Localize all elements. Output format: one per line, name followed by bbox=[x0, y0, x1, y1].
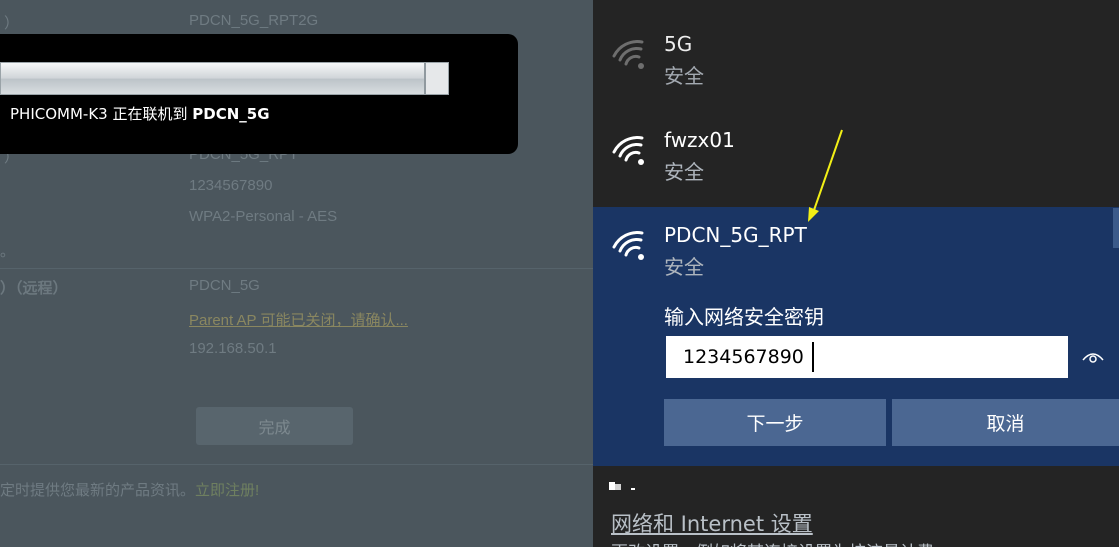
network-item-fwzx01[interactable]: fwzx01 安全 bbox=[593, 110, 1119, 207]
wifi-signal-icon bbox=[612, 231, 644, 260]
divider bbox=[0, 268, 593, 269]
cancel-button[interactable]: 取消 bbox=[892, 399, 1119, 446]
footer-text: 定时提供您最新的产品资讯。 bbox=[0, 482, 196, 499]
eye-reveal-icon bbox=[1082, 353, 1104, 363]
scrollbar[interactable] bbox=[1113, 208, 1119, 248]
network-item-5g[interactable]: 5G 安全 bbox=[593, 0, 1119, 110]
reveal-password-button[interactable] bbox=[1071, 336, 1115, 378]
connecting-ssid: PDCN_5G bbox=[192, 105, 270, 123]
network-status: 安全 bbox=[664, 160, 704, 184]
parent-ap-warning-link[interactable]: Parent AP 可能已关闭，请确认... bbox=[189, 309, 408, 330]
network-status: 安全 bbox=[664, 64, 704, 88]
wifi-flyout: 5G 安全 fwzx01 安全 PDCN_5G_RPT 安全 输入网络安全密钥 bbox=[593, 0, 1119, 547]
network-settings-link[interactable]: 网络和 Internet 设置 bbox=[611, 508, 813, 538]
annotation-arrow-icon bbox=[808, 129, 843, 222]
router-admin-page: ） PDCN_5G_RPT2G ） PDCN_5G_RPT 1234567890… bbox=[0, 0, 593, 547]
progress-bar bbox=[0, 62, 449, 95]
network-item-pdcn-5g-rpt[interactable]: PDCN_5G_RPT 安全 输入网络安全密钥 下一步 取消 bbox=[593, 207, 1119, 466]
register-link[interactable]: 立即注册! bbox=[195, 482, 259, 499]
connecting-message-text: 误，PHICOMM-K3 正在联机到 bbox=[0, 105, 193, 123]
divider bbox=[0, 464, 593, 465]
network-name: 5G bbox=[664, 32, 693, 56]
security-key-label: 输入网络安全密钥 bbox=[664, 305, 824, 329]
network-settings-description: 更改设置，例如将某连接设置为按流量计费。 bbox=[611, 538, 951, 547]
footer-info: 定时提供您最新的产品资讯。立即注册! bbox=[0, 479, 259, 500]
remote-label: ）（远程） bbox=[0, 280, 68, 297]
connecting-popup: 误，PHICOMM-K3 正在联机到 PDCN_5G bbox=[0, 34, 518, 154]
text-caret bbox=[812, 342, 814, 372]
password-value: 1234567890 bbox=[189, 177, 273, 194]
network-name: PDCN_5G_RPT bbox=[664, 223, 807, 247]
connecting-message: 误，PHICOMM-K3 正在联机到 PDCN_5G bbox=[0, 103, 270, 124]
done-button[interactable]: 完成 bbox=[196, 407, 353, 445]
wifi-signal-icon bbox=[612, 40, 644, 69]
progress-fill bbox=[1, 63, 426, 94]
row-label-fragment: 。 bbox=[0, 243, 16, 260]
row-label-fragment: ） bbox=[4, 15, 20, 32]
encryption-value: WPA2-Personal - AES bbox=[189, 208, 338, 225]
ip-value: 192.168.50.1 bbox=[189, 340, 277, 357]
wifi-signal-icon bbox=[612, 136, 644, 165]
parent-ssid-value: PDCN_5G bbox=[189, 277, 260, 294]
network-name: fwzx01 bbox=[664, 128, 735, 152]
next-button[interactable]: 下一步 bbox=[664, 399, 886, 446]
wifi-signal-icon bbox=[609, 482, 635, 490]
security-key-input[interactable] bbox=[666, 336, 1068, 378]
ssid-value: PDCN_5G_RPT2G bbox=[189, 12, 319, 29]
network-status: 安全 bbox=[664, 255, 704, 279]
